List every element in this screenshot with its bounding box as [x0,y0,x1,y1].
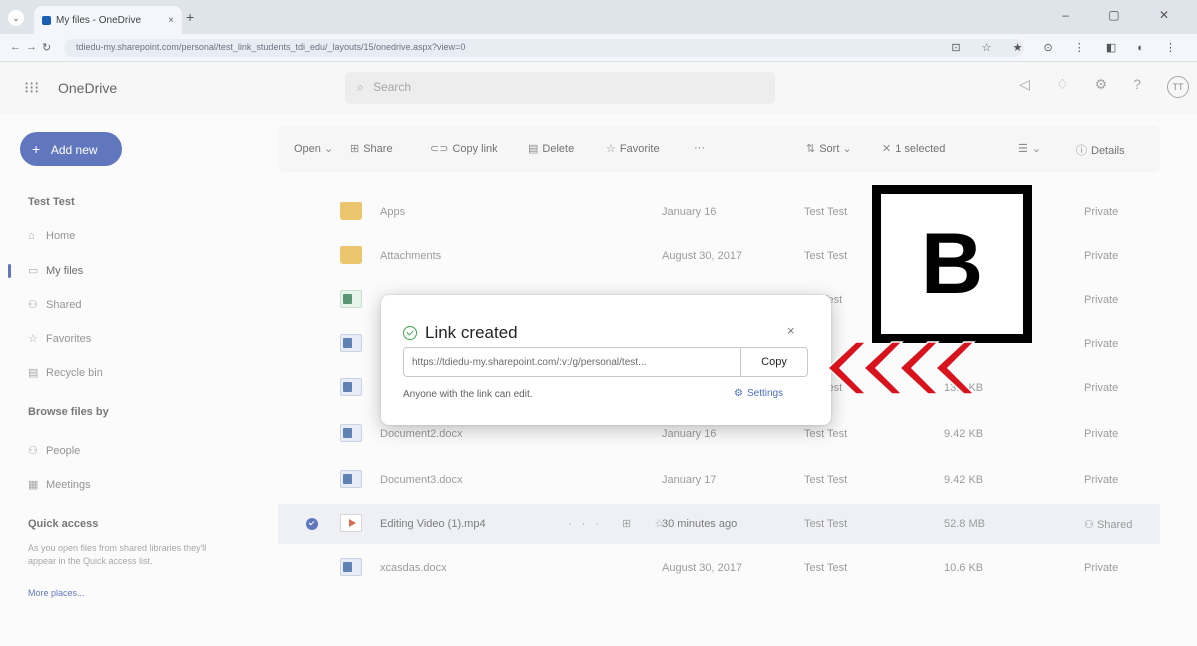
annotation-label: B [881,194,1023,334]
browser-tab-bar: ⌄ My files - OneDrive × + – ▢ ✕ [0,0,1197,34]
window-controls[interactable]: – ▢ ✕ [1062,8,1187,22]
settings-link[interactable]: ⚙ Settings [734,388,783,399]
close-icon[interactable]: × [787,323,795,338]
screenshot-root: ⌄ My files - OneDrive × + – ▢ ✕ ← → ↻ td… [0,0,1197,646]
tab-title: My files - OneDrive [56,14,142,26]
annotation-label-box: B [872,185,1032,343]
gear-icon: ⚙ [734,388,743,399]
new-tab-button[interactable]: + [186,9,194,25]
link-created-dialog: Link created × https://tdiedu-my.sharepo… [381,295,831,425]
browser-address-bar: ← → ↻ tdiedu-my.sharepoint.com/personal/… [0,34,1197,62]
copy-button[interactable]: Copy [740,347,808,377]
onedrive-favicon-icon [42,15,51,25]
tab-list-button[interactable]: ⌄ [8,10,24,26]
dialog-title: Link created [425,323,518,342]
link-field[interactable]: https://tdiedu-my.sharepoint.com/:v:/g/p… [403,347,741,377]
back-icon[interactable]: ← [10,41,21,53]
reload-icon[interactable]: ↻ [42,41,51,54]
permission-note: Anyone with the link can edit. [403,389,533,400]
annotation-arrow [826,341,976,395]
url-input[interactable]: tdiedu-my.sharepoint.com/personal/test_l… [64,39,1024,57]
success-check-icon [403,326,417,340]
forward-icon[interactable]: → [26,41,37,53]
browser-extension-icons[interactable]: ⊡ ☆ ★ ⊙ ⋮ ◧ ◐ ⋮ [951,41,1185,54]
settings-label: Settings [746,388,784,399]
browser-tab[interactable]: My files - OneDrive × [34,6,182,34]
annotation-arrows-icon [826,341,976,395]
tab-close-icon[interactable]: × [168,15,174,26]
